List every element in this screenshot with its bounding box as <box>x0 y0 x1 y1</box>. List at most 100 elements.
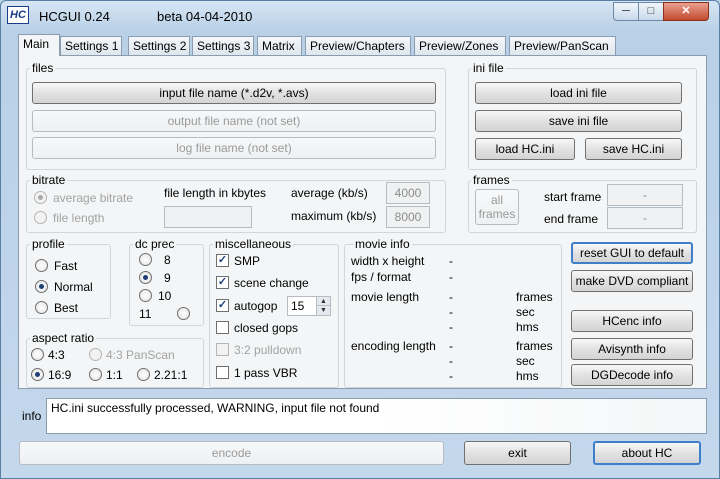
frames-label: frames <box>471 173 512 187</box>
aspect-4-3-radio[interactable] <box>31 348 44 361</box>
tab-matrix[interactable]: Matrix <box>257 36 302 56</box>
movie-length-frames-unit: frames <box>516 290 553 304</box>
tab-main[interactable]: Main <box>18 34 60 56</box>
file-length-input[interactable] <box>164 206 252 228</box>
pulldown-label: 3:2 pulldown <box>234 343 302 357</box>
aspect-4-3-panscan-radio[interactable] <box>89 348 102 361</box>
encoding-length-frames-value: - <box>449 339 453 353</box>
hcenc-info-button[interactable]: HCenc info <box>571 310 693 332</box>
about-hc-button[interactable]: about HC <box>593 441 701 465</box>
encoding-length-hms-unit: hms <box>516 369 539 383</box>
dgdecode-info-button[interactable]: DGDecode info <box>571 364 693 386</box>
dc-prec-11-radio[interactable] <box>177 307 190 320</box>
maximum-kbs-input[interactable]: 8000 <box>386 206 430 228</box>
profile-normal-radio[interactable] <box>35 280 48 293</box>
aspect-16-9-label: 16:9 <box>48 368 72 382</box>
autogop-checkbox[interactable]: ✓ <box>216 299 229 312</box>
smp-checkbox[interactable]: ✓ <box>216 254 229 267</box>
spin-up-icon[interactable]: ▲ <box>316 297 330 306</box>
load-hc-ini-button[interactable]: load HC.ini <box>475 138 575 160</box>
profile-best-label: Best <box>54 301 79 315</box>
closed-gops-checkbox[interactable] <box>216 321 229 334</box>
average-bitrate-label: average bitrate <box>53 191 134 205</box>
tab-settings-2[interactable]: Settings 2 <box>128 36 190 56</box>
aspect-2-21-label: 2.21:1 <box>154 368 188 382</box>
load-ini-button[interactable]: load ini file <box>475 82 682 104</box>
aspect-ratio-label: aspect ratio <box>30 331 97 345</box>
width-height-label: width x height <box>351 254 425 268</box>
autogop-value: 15 <box>291 299 305 313</box>
aspect-1-1-label: 1:1 <box>106 368 123 382</box>
dc-prec-label: dc prec <box>133 237 177 251</box>
movie-info-label: movie info <box>353 237 412 251</box>
dc-prec-8-radio[interactable] <box>139 253 152 266</box>
maximum-kbs-label: maximum (kb/s) <box>291 209 377 223</box>
encode-button[interactable]: encode <box>19 441 444 465</box>
title-bar[interactable]: HC HCGUI 0.24 beta 04-04-2010 ─ □ ✕ <box>1 1 719 31</box>
maximize-button[interactable]: □ <box>638 2 664 21</box>
tab-preview-zones[interactable]: Preview/Zones <box>414 36 506 56</box>
tab-settings-1[interactable]: Settings 1 <box>60 36 122 56</box>
file-length-label: file length <box>53 211 105 225</box>
average-bitrate-radio[interactable] <box>34 191 47 204</box>
movie-length-frames-value: - <box>449 290 453 304</box>
ini-file-label: ini file <box>471 61 506 75</box>
make-dvd-compliant-button[interactable]: make DVD compliant <box>571 270 693 292</box>
spin-down-icon[interactable]: ▼ <box>316 306 330 315</box>
average-kbs-label: average (kb/s) <box>291 186 368 200</box>
scene-change-checkbox[interactable]: ✓ <box>216 276 229 289</box>
closed-gops-label: closed gops <box>234 321 299 335</box>
tab-preview-chapters[interactable]: Preview/Chapters <box>305 36 411 56</box>
aspect-4-3-label: 4:3 <box>48 348 65 362</box>
close-icon: ✕ <box>681 5 691 17</box>
one-pass-vbr-checkbox[interactable] <box>216 366 229 379</box>
movie-length-sec-unit: sec <box>516 305 535 319</box>
file-length-radio[interactable] <box>34 211 47 224</box>
aspect-2-21-radio[interactable] <box>137 368 150 381</box>
window-beta-label: beta 04-04-2010 <box>157 9 253 24</box>
save-ini-button[interactable]: save ini file <box>475 110 682 132</box>
pulldown-checkbox[interactable] <box>216 343 229 356</box>
width-height-value: - <box>449 254 453 268</box>
profile-fast-radio[interactable] <box>35 259 48 272</box>
profile-best-radio[interactable] <box>35 301 48 314</box>
start-frame-input[interactable]: - <box>607 184 683 206</box>
encoding-length-sec-value: - <box>449 354 453 368</box>
profile-normal-label: Normal <box>54 280 93 294</box>
movie-length-hms-value: - <box>449 320 453 334</box>
minimize-button[interactable]: ─ <box>613 2 639 21</box>
avisynth-info-button[interactable]: Avisynth info <box>571 338 693 360</box>
dc-prec-8-label: 8 <box>164 253 171 267</box>
exit-button[interactable]: exit <box>464 441 571 465</box>
end-frame-label: end frame <box>544 212 599 226</box>
dc-prec-9-radio[interactable] <box>139 271 152 284</box>
dc-prec-10-radio[interactable] <box>139 289 152 302</box>
smp-label: SMP <box>234 254 261 268</box>
app-logo-icon: HC <box>7 6 29 24</box>
tab-preview-panscan[interactable]: Preview/PanScan <box>509 36 616 56</box>
dc-prec-11-label: 11 <box>139 307 152 321</box>
encoding-length-sec-unit: sec <box>516 354 535 368</box>
movie-length-sec-value: - <box>449 305 453 319</box>
movie-length-hms-unit: hms <box>516 320 539 334</box>
tab-settings-3[interactable]: Settings 3 <box>192 36 254 56</box>
end-frame-input[interactable]: - <box>607 207 683 229</box>
log-file-button[interactable]: log file name (not set) <box>32 137 436 159</box>
aspect-16-9-radio[interactable] <box>31 368 44 381</box>
all-frames-button[interactable]: all frames <box>475 189 519 225</box>
autogop-spinner[interactable]: 15 ▲ ▼ <box>287 296 331 316</box>
close-button[interactable]: ✕ <box>663 2 709 21</box>
files-label: files <box>30 61 56 75</box>
output-file-button[interactable]: output file name (not set) <box>32 110 436 132</box>
input-file-button[interactable]: input file name (*.d2v, *.avs) <box>32 82 436 104</box>
one-pass-vbr-label: 1 pass VBR <box>234 366 298 380</box>
main-tab-panel: files input file name (*.d2v, *.avs) out… <box>18 55 707 389</box>
average-kbs-input[interactable]: 4000 <box>386 182 430 204</box>
bitrate-label: bitrate <box>30 173 68 187</box>
save-hc-ini-button[interactable]: save HC.ini <box>585 138 682 160</box>
aspect-1-1-radio[interactable] <box>89 368 102 381</box>
file-length-kbytes-label: file length in kbytes <box>164 186 267 200</box>
maximize-icon: □ <box>647 5 655 17</box>
reset-gui-button[interactable]: reset GUI to default <box>571 242 693 264</box>
autogop-label: autogop <box>234 299 278 313</box>
